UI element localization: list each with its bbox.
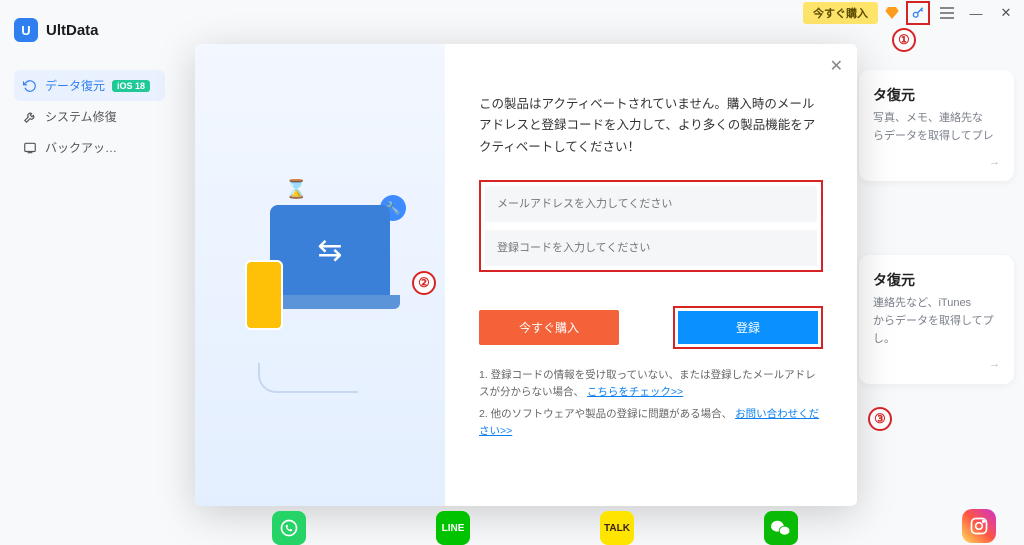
note-1: 1. 登録コードの情報を受け取っていない、または登録したメールアドレスが分からな… [479, 367, 823, 401]
register-button[interactable]: 登録 [678, 311, 818, 344]
check-here-link[interactable]: こちらをチェック>> [587, 386, 683, 398]
chevron-right-icon: → [873, 356, 1000, 374]
modal-message: この製品はアクティベートされていません。購入時のメールアドレスと登録コードを入力… [479, 94, 823, 158]
app-icons-strip: LINE TALK [272, 511, 798, 545]
brand-name: UltData [46, 22, 99, 39]
instagram-icon-wrap [962, 509, 996, 543]
buy-now-button[interactable]: 今すぐ購入 [479, 310, 619, 345]
sync-arrows-icon: ⇆ [317, 233, 342, 268]
recovery-icon [22, 78, 38, 94]
cable-icon [258, 363, 358, 393]
sidebar-item-data-recovery[interactable]: データ復元 iOS 18 [14, 70, 165, 101]
laptop-icon: ⇆ [270, 205, 390, 295]
feature-card[interactable]: タ復元 写真、メモ、連絡先な らデータを取得してプレ → [859, 70, 1014, 181]
register-button-highlight: 登録 [673, 306, 823, 349]
sidebar-item-label: バックアッ… [45, 139, 117, 156]
brand-logo: U [14, 18, 38, 42]
chevron-right-icon: → [873, 154, 1000, 172]
annotation-2: ② [412, 271, 436, 295]
hourglass-icon: ⌛ [285, 179, 307, 200]
card-title: タ復元 [873, 84, 1000, 106]
wrench-icon [22, 109, 38, 125]
code-input[interactable] [485, 230, 817, 266]
button-row: 今すぐ購入 登録 [479, 306, 823, 349]
modal-illustration: ⌛ 🔧 ⇆ [195, 44, 445, 506]
annotation-3: ③ [868, 407, 892, 431]
sidebar-item-system-repair[interactable]: システム修復 [14, 101, 165, 132]
sidebar-item-label: データ復元 [45, 77, 105, 94]
activation-modal: ✕ ⌛ 🔧 ⇆ この製品はアクティベートされていません。購入時のメールアドレスと… [195, 44, 857, 506]
modal-form: この製品はアクティベートされていません。購入時のメールアドレスと登録コードを入力… [445, 44, 857, 506]
sidebar-item-label: システム修復 [45, 108, 117, 125]
feature-card[interactable]: タ復元 連絡先など、iTunes からデータを取得してプ し。 → [859, 255, 1014, 384]
wechat-icon[interactable] [764, 511, 798, 545]
backup-icon [22, 140, 38, 156]
brand: U UltData [14, 18, 165, 42]
email-input[interactable] [485, 186, 817, 222]
sidebar-item-backup[interactable]: バックアッ… [14, 132, 165, 163]
card-title: タ復元 [873, 269, 1000, 291]
ios-badge: iOS 18 [112, 80, 150, 92]
note-2: 2. 他のソフトウェアや製品の登録に問題がある場合、 お問い合わせください>> [479, 406, 823, 440]
modal-close-button[interactable]: ✕ [830, 56, 843, 76]
line-icon[interactable]: LINE [436, 511, 470, 545]
card-desc: 写真、メモ、連絡先な らデータを取得してプレ [873, 110, 1000, 145]
input-group [479, 180, 823, 272]
card-desc: 連絡先など、iTunes からデータを取得してプ し。 [873, 295, 1000, 348]
instagram-icon[interactable] [962, 509, 996, 543]
kakao-icon[interactable]: TALK [600, 511, 634, 545]
whatsapp-icon[interactable] [272, 511, 306, 545]
phone-icon [245, 260, 283, 330]
sidebar: U UltData データ復元 iOS 18 システム修復 バックアッ… [0, 0, 175, 545]
